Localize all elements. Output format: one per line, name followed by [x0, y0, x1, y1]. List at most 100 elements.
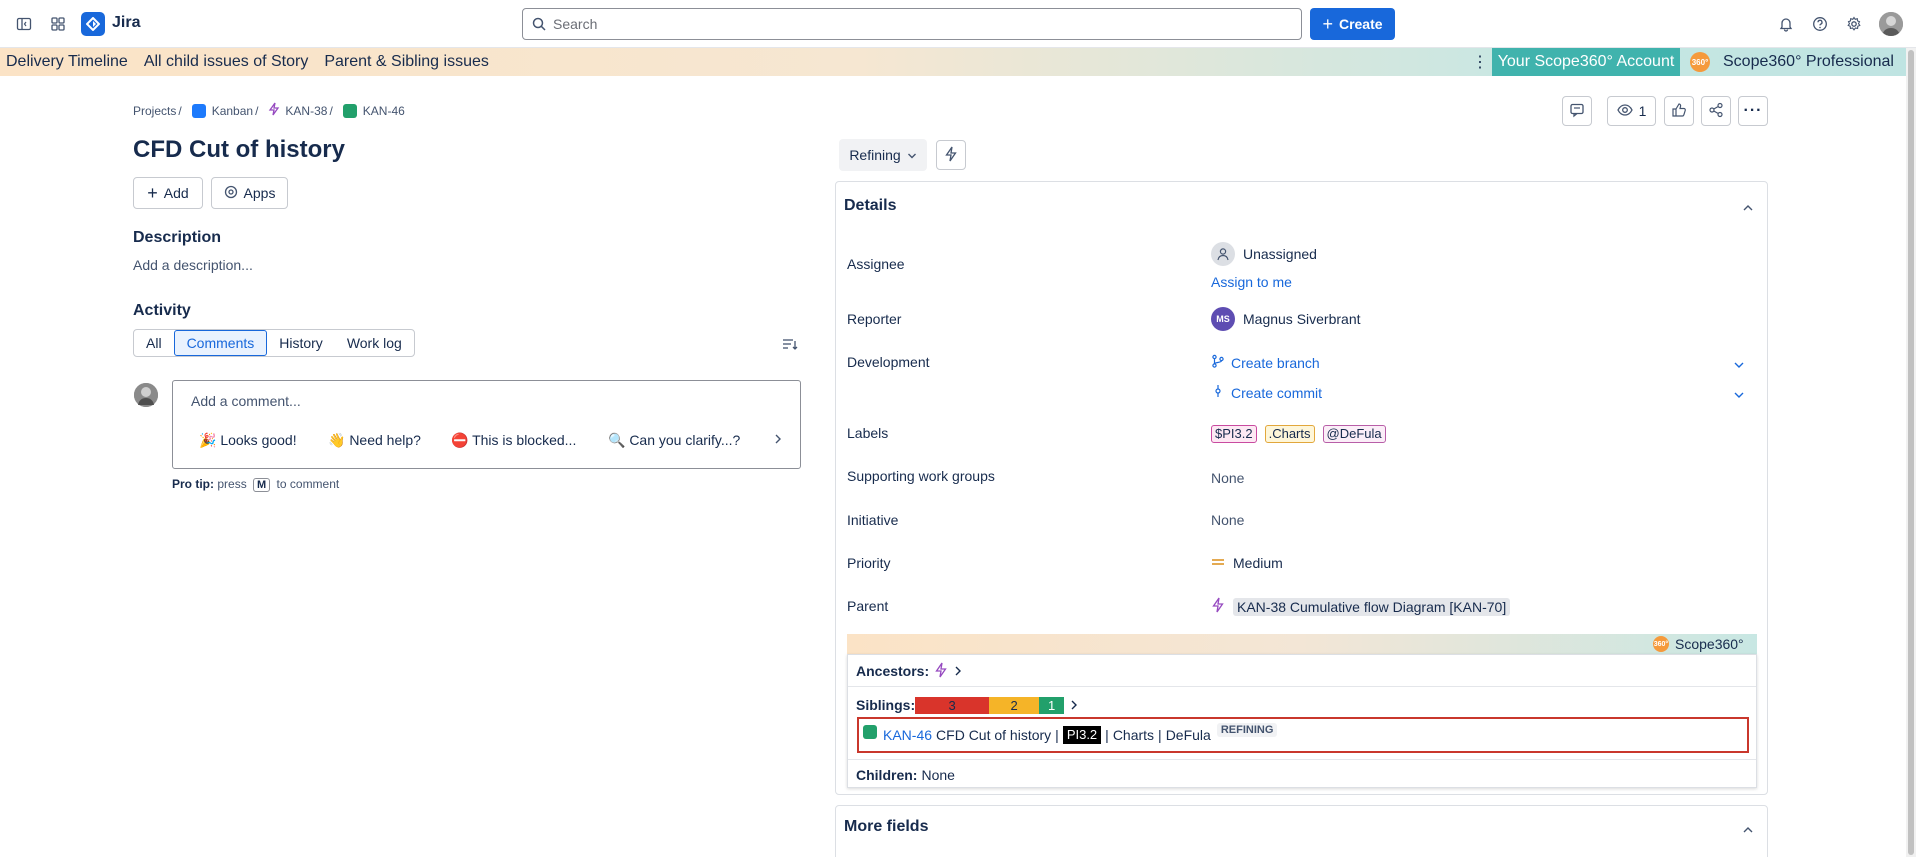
siblings-label: Siblings: [856, 697, 916, 713]
epic-bolt-icon[interactable] [934, 662, 948, 681]
priority-field[interactable]: Medium [1211, 555, 1283, 571]
sidebar-toggle-icon[interactable] [12, 12, 36, 36]
description-heading: Description [133, 229, 222, 246]
scope360-product-name: Scope360° Professional [1723, 53, 1894, 70]
create-commit-label: Create commit [1231, 384, 1323, 401]
help-icon[interactable] [1808, 12, 1832, 36]
reporter-field[interactable]: MS Magnus Siverbrant [1211, 307, 1361, 331]
chevron-down-icon [907, 147, 917, 163]
description-input[interactable]: Add a description... [133, 257, 253, 273]
sibling-segment-yellow[interactable]: 2 [989, 696, 1040, 714]
breadcrumb-project[interactable]: Kanban [212, 104, 253, 118]
label-tag-charts[interactable]: .Charts [1264, 425, 1315, 443]
branch-chevron-down-icon[interactable] [1733, 357, 1745, 373]
lightning-bolt-icon [944, 146, 958, 165]
tab-work-log[interactable]: Work log [335, 330, 414, 356]
separator: | [1158, 727, 1162, 743]
jira-logo-icon[interactable] [81, 12, 105, 36]
search-input[interactable]: Search [522, 8, 1302, 40]
tab-comments[interactable]: Comments [173, 330, 268, 356]
chevron-up-icon[interactable] [1742, 200, 1754, 216]
story-icon [342, 103, 357, 118]
add-button[interactable]: + Add [133, 177, 203, 209]
siblings-row: Siblings: 3 2 1 [856, 695, 1078, 715]
pro-tip: Pro tip: press M to comment [172, 477, 339, 492]
assignee-value: Unassigned [1243, 246, 1317, 262]
user-avatar[interactable] [1879, 12, 1903, 36]
supporting-value[interactable]: None [1211, 470, 1244, 486]
vote-button[interactable] [1664, 96, 1694, 126]
commit-icon [1211, 384, 1225, 401]
create-label: Create [1338, 16, 1383, 32]
create-button[interactable]: + Create [1310, 8, 1395, 40]
children-label: Children: [856, 767, 918, 783]
more-fields-heading[interactable]: More fields [844, 818, 928, 836]
comment-placeholder: Add a comment... [191, 393, 301, 409]
sort-icon[interactable] [782, 336, 798, 355]
chevron-up-icon[interactable] [1742, 822, 1754, 838]
banner-link-delivery-timeline[interactable]: Delivery Timeline [6, 53, 128, 71]
chevron-right-icon[interactable] [1070, 697, 1078, 713]
current-issue-status: REFINING [1216, 723, 1278, 737]
breadcrumb: Projects / Kanban / KAN-38/ KAN-46 [133, 102, 405, 118]
chevron-right-icon[interactable] [954, 663, 962, 679]
app-switcher-icon[interactable] [46, 12, 70, 36]
initiative-value[interactable]: None [1211, 512, 1244, 528]
scope360-banner: Delivery Timeline All child issues of St… [0, 48, 1906, 76]
share-button[interactable] [1701, 96, 1731, 126]
tab-all[interactable]: All [134, 330, 174, 356]
banner-link-child-issues[interactable]: All child issues of Story [144, 53, 309, 71]
details-heading[interactable]: Details [844, 197, 896, 215]
quick-reply-looks-good[interactable]: 🎉 Looks good! [199, 432, 297, 449]
quick-reply-clarify[interactable]: 🔍 Can you clarify...? [608, 432, 740, 449]
tab-history[interactable]: History [267, 330, 335, 356]
current-issue-row[interactable]: KAN-46 CFD Cut of history | PI3.2 | Char… [857, 717, 1749, 753]
chevron-right-icon[interactable] [773, 432, 783, 448]
settings-gear-icon[interactable] [1842, 12, 1866, 36]
scope360-widget-bar: 360° Scope360° [847, 634, 1757, 654]
quick-reply-need-help[interactable]: 👋 Need help? [328, 432, 421, 449]
issue-title[interactable]: CFD Cut of history [133, 136, 345, 164]
protip-post: to comment [276, 477, 340, 491]
quick-reply-blocked[interactable]: ⛔ This is blocked... [451, 432, 576, 449]
notifications-bell-icon[interactable] [1774, 12, 1798, 36]
more-actions-button[interactable]: ··· [1738, 96, 1768, 126]
commit-chevron-down-icon[interactable] [1733, 387, 1745, 403]
eye-icon [1616, 102, 1633, 121]
epic-bolt-icon [1211, 597, 1225, 616]
scrollbar-thumb[interactable] [1908, 50, 1914, 855]
parent-value[interactable]: KAN-38 Cumulative flow Diagram [KAN-70] [1233, 597, 1511, 616]
create-branch-link[interactable]: Create branch [1211, 354, 1320, 371]
page-scrollbar[interactable] [1906, 48, 1916, 857]
status-dropdown[interactable]: Refining [839, 139, 927, 171]
banner-more-icon[interactable]: ⋮ [1472, 52, 1488, 72]
watchers-button[interactable]: 1 [1607, 96, 1656, 126]
label-tag-pi[interactable]: $PI3.2 [1211, 425, 1257, 443]
sibling-segment-red[interactable]: 3 [915, 696, 990, 714]
current-issue-key[interactable]: KAN-46 [883, 727, 932, 743]
apps-button[interactable]: Apps [211, 177, 288, 209]
current-issue-summary: CFD Cut of history [936, 727, 1052, 743]
project-icon [191, 103, 206, 118]
scope360-logo-icon: 360° [1690, 52, 1710, 72]
supporting-label: Supporting work groups [847, 468, 995, 484]
breadcrumb-projects[interactable]: Projects [133, 104, 176, 118]
banner-link-parent-sibling[interactable]: Parent & Sibling issues [324, 53, 489, 71]
parent-field[interactable]: KAN-38 Cumulative flow Diagram [KAN-70] [1211, 597, 1511, 616]
breadcrumb-issue[interactable]: KAN-46 [363, 104, 405, 118]
feedback-button[interactable] [1562, 96, 1592, 126]
assign-to-me-link[interactable]: Assign to me [1211, 274, 1292, 290]
label-tag-defula[interactable]: @DeFula [1322, 425, 1386, 443]
reporter-label: Reporter [847, 311, 902, 327]
assignee-label: Assignee [847, 256, 905, 272]
automation-button[interactable] [936, 140, 966, 170]
sibling-segment-green[interactable]: 1 [1039, 696, 1065, 714]
children-row: Children: None [856, 765, 955, 785]
create-commit-link[interactable]: Create commit [1211, 384, 1322, 401]
comment-box[interactable]: Add a comment... 🎉 Looks good! 👋 Need he… [172, 380, 801, 469]
app-name[interactable]: Jira [112, 14, 140, 32]
labels-field[interactable]: $PI3.2 .Charts @DeFula [1211, 425, 1394, 443]
scope360-account-button[interactable]: Your Scope360° Account [1492, 48, 1680, 76]
breadcrumb-parent[interactable]: KAN-38 [285, 104, 327, 118]
assignee-field[interactable]: Unassigned [1211, 242, 1317, 266]
